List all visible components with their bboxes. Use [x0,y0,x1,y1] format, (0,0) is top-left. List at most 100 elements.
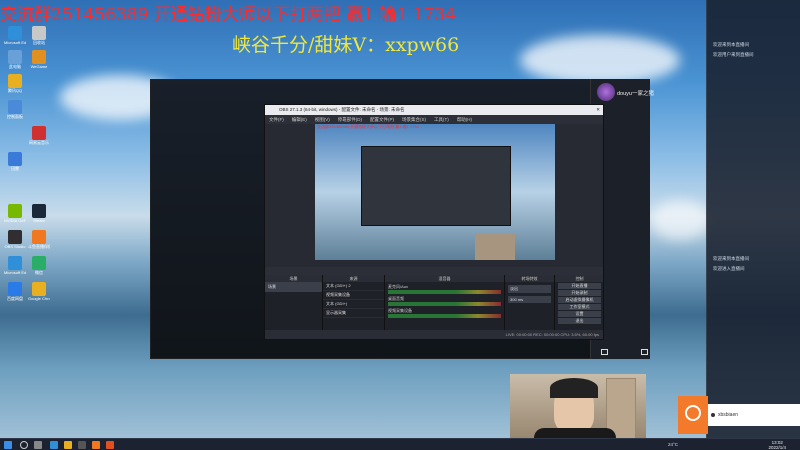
taskbar-app-obs-icon[interactable] [78,441,86,449]
menu-item[interactable]: 视图(V) [315,117,330,122]
chat-message: 欢迎进入直播间 [713,266,745,271]
desktop-icon[interactable]: 斗鱼直播伴侣 [28,230,50,254]
obs-titlebar: OBS 27.1.3 (64-bit, windows) - 配置文件: 未命名… [265,105,603,115]
desktop-icon[interactable]: 回收站 [28,26,50,50]
control-button[interactable]: 设置 [558,311,601,317]
dock-header-controls: 控制 [555,275,603,282]
desktop-icon[interactable]: 迅雷 [4,152,26,176]
scene-item[interactable]: 场景 [265,282,322,292]
desktop-icon[interactable]: 微信 [28,256,50,280]
app-icon [32,256,46,270]
desktop-icon-label: 迅雷 [11,166,19,171]
desktop-icon[interactable]: Steam [28,204,50,228]
source-item[interactable]: 文本 (GDI+) [323,300,384,309]
menu-item[interactable]: 场景集合(S) [402,117,426,122]
taskbar-app-edge-icon[interactable] [50,441,58,449]
control-button[interactable]: 开始录制 [558,290,601,296]
desktop-icon-label: 百度网盘 [7,296,23,301]
chat-message: 欢迎来到本直播间 [713,256,749,261]
settings-icon[interactable] [601,349,608,355]
preview-overlay-red: 交流群251456389 开通钻粉大师以下打两把 赢1 输1 1734 [317,124,419,129]
desktop-icon-label: Microsoft Edge [4,40,26,45]
webcam-headset [550,378,598,398]
desktop-icon[interactable]: OBS Studio [4,230,26,254]
desktop-icon[interactable]: 百度网盘 [4,282,26,306]
desktop-icon-label: Steam [33,218,45,223]
start-icon[interactable] [4,441,12,449]
obs-preview: 交流群251456389 开通钻粉大师以下打两把 赢1 输1 1734 [315,124,555,260]
desktop-icon-label: Microsoft Edge [4,270,26,275]
app-logo-icon [678,396,708,434]
dock-header-sources: 来源 [323,275,384,282]
controls-dock: 控制 开始直播 开始录制 启动虚拟摄像机 工作室模式 设置 退出 [555,275,603,331]
taskbar-clock[interactable]: 13:02 2022/1/4 [768,440,786,450]
control-button[interactable]: 启动虚拟摄像机 [558,297,601,303]
desktop-icon[interactable]: Microsoft Edge [4,256,26,280]
weather-temp[interactable]: 24°C [668,442,678,447]
search-icon[interactable] [20,441,28,449]
app-icon [32,50,46,64]
taskbar-app-douyu-icon[interactable] [92,441,100,449]
control-button[interactable]: 工作室模式 [558,304,601,310]
source-item[interactable]: 显示器采集 [323,309,384,318]
notification-dot-icon [711,413,715,417]
mixer-track: 桌面音频 [388,296,501,306]
dock-header-scenes: 场景 [265,275,322,282]
app-icon [32,126,46,140]
obs-dock-bar [265,267,603,275]
desktop-icon[interactable]: 腾讯QQ [4,74,26,98]
obs-window: OBS 27.1.3 (64-bit, windows) - 配置文件: 未命名… [264,104,604,340]
desktop-icon[interactable]: 此电脑 [4,50,26,74]
taskbar-app-wegame-icon[interactable] [106,441,114,449]
desktop-icon[interactable]: 控制面板 [4,100,26,124]
fullscreen-icon[interactable] [641,349,648,355]
taskbar: 24°C 13:02 2022/1/4 [0,438,800,450]
volume-meter[interactable] [388,290,501,294]
menu-item[interactable]: 停靠部件(D) [338,117,362,122]
menu-item[interactable]: 编辑(E) [292,117,307,122]
notification-text: xbsbiaen [718,412,739,418]
menu-item[interactable]: 帮助(H) [457,117,472,122]
menu-item[interactable]: 工具(T) [434,117,449,122]
notification-card[interactable]: xbsbiaen [708,404,800,426]
preview-webcam [475,234,515,260]
overlay-promo-text: 交流群251456389 开通钻粉大师以下打两把 赢1 输1 1734 [0,5,456,25]
streamer-name: douyu一家之猪 [617,91,654,97]
mixer-dock: 混音器 麦克风/Aux 桌面音频 视频采集设备 [385,275,505,331]
control-button[interactable]: 退出 [558,318,601,324]
close-icon[interactable]: ✕ [596,105,600,115]
desktop-icon[interactable]: 网易云音乐 [28,126,50,150]
source-item[interactable]: 文本 (GDI+) 2 [323,282,384,291]
chat-message: 欢迎来到本直播间 [713,42,749,47]
mixer-track: 视频采集设备 [388,308,501,318]
app-icon [8,204,22,218]
notification-toast[interactable]: xbsbiaen [678,396,800,434]
desktop-icon[interactable]: NVIDIA GeForce Experience [4,204,26,228]
volume-meter[interactable] [388,314,501,318]
volume-meter[interactable] [388,302,501,306]
obs-status-bar: LIVE: 00:00:00 REC: 00:00:00 CPU: 3.5%, … [265,330,603,339]
taskbar-app-explorer-icon[interactable] [64,441,72,449]
transition-select[interactable]: 淡出 [508,285,551,293]
menu-item[interactable]: 配置文件(P) [370,117,394,122]
app-icon [8,26,22,40]
app-icon [32,204,46,218]
desktop-icon[interactable]: Google Chrome [28,282,50,306]
menu-item[interactable]: 文件(F) [269,117,284,122]
clock-date: 2022/1/4 [768,445,786,450]
chat-panel: 欢迎来到本直播间 欢迎用户来到直播间 欢迎来到本直播间 欢迎进入直播间 [706,0,800,438]
duration-field[interactable]: 300 ms [508,296,551,303]
app-icon [8,100,22,114]
source-item[interactable]: 视频采集设备 [323,291,384,300]
desktop-icon[interactable]: Microsoft Edge [4,26,26,50]
scenes-dock: 场景 场景 [265,275,323,331]
desktop-icon[interactable]: WeGame [28,50,50,74]
control-button[interactable]: 开始直播 [558,283,601,289]
avatar[interactable] [597,83,615,101]
app-icon [32,26,46,40]
app-icon [32,282,46,296]
desktop-icon-label: OBS Studio [4,244,26,249]
app-icon [8,256,22,270]
task-view-icon[interactable] [34,441,42,449]
overlay-contact-text: 峡谷千分/甜妹V：xxpw66 [232,34,460,56]
